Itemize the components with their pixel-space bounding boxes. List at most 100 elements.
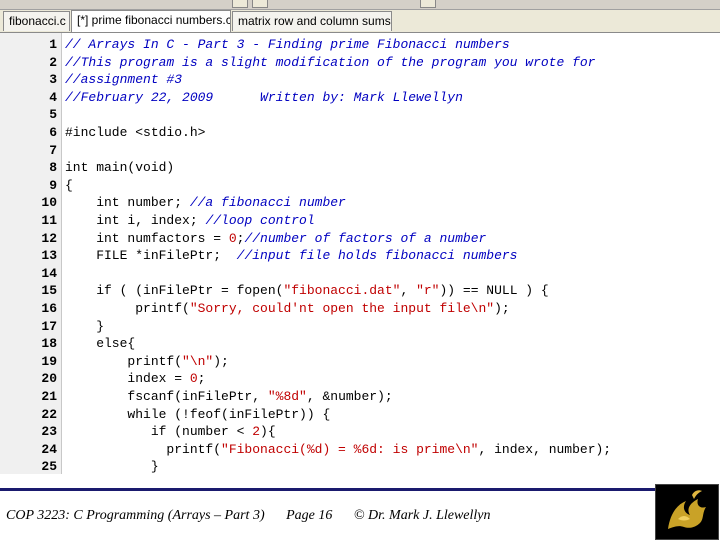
code-token-string: "%8d" (267, 389, 307, 404)
code-line[interactable]: while (!feof(inFilePtr)) { (65, 406, 330, 424)
code-line[interactable]: //February 22, 2009 Written by: Mark Lle… (65, 89, 463, 107)
code-token-number: 0 (189, 371, 198, 387)
code-token-comment: // Arrays In C - Part 3 - Finding prime … (65, 37, 510, 52)
code-line[interactable]: printf("\n"); (65, 353, 229, 371)
code-token-plain: while (!feof(inFilePtr)) { (65, 406, 331, 422)
toolbar-button[interactable] (420, 0, 436, 8)
code-line[interactable]: } (65, 318, 104, 336)
code-line[interactable]: else{ (65, 335, 135, 353)
code-line[interactable]: printf("Sorry, could'nt open the input f… (65, 300, 510, 318)
code-token-plain: else{ (65, 336, 136, 352)
tab-matrix-row-and-column-sums-c[interactable]: matrix row and column sums.c (232, 11, 392, 31)
code-token-plain: FILE *inFilePtr; (65, 248, 237, 264)
code-token-string: "\n" (182, 353, 214, 369)
line-number: 4 (49, 89, 57, 105)
line-number: 18 (41, 336, 57, 352)
code-token-number: 0 (228, 230, 237, 246)
code-line[interactable]: printf("Fibonacci(%d) = %6d: is prime\n"… (65, 441, 611, 459)
line-number: 13 (41, 248, 57, 264)
code-line[interactable]: if ( (inFilePtr = fopen("fibonacci.dat",… (65, 282, 549, 300)
code-token-plain: { (65, 177, 73, 193)
code-token-plain: ; (197, 371, 206, 387)
code-token-plain: if ( (inFilePtr = fopen( (65, 283, 284, 299)
code-line[interactable]: #include <stdio.h> (65, 124, 205, 142)
code-token-comment: //a fibonacci number (189, 195, 346, 211)
code-line[interactable]: int number; //a fibonacci number (65, 194, 346, 212)
code-token-string: "r" (416, 283, 440, 299)
line-number: 20 (41, 371, 57, 387)
code-line[interactable]: { (65, 177, 73, 195)
code-token-plain: printf( (65, 353, 183, 369)
line-number: 17 (41, 318, 57, 334)
pegasus-logo-icon (655, 484, 719, 540)
line-number: 24 (41, 441, 57, 457)
line-number: 3 (49, 72, 57, 88)
code-token-string: "Fibonacci(%d) = %6d: is prime\n" (221, 441, 479, 457)
code-token-string: "Sorry, could'nt open the input file\n" (189, 301, 495, 316)
code-token-plain: int i, index; (65, 213, 206, 228)
code-token-string: "fibonacci.dat" (283, 283, 401, 299)
code-token-plain: int number; (65, 195, 190, 211)
code-token-comment: //This program is a slight modification … (65, 54, 596, 70)
code-line[interactable]: int main(void) (65, 159, 174, 177)
line-number: 6 (49, 125, 57, 140)
line-number: 19 (41, 353, 57, 369)
code-line[interactable]: fscanf(inFilePtr, "%8d", &number); (65, 388, 393, 406)
code-line[interactable]: FILE *inFilePtr; //input file holds fibo… (65, 247, 518, 265)
code-editor[interactable]: 1 2 3 4 5 6 7 8 9 10 11 12 13 14 15 16 17 18 19 20 21 22 23 24 2… (0, 33, 720, 474)
line-number: 15 (41, 283, 57, 299)
code-line[interactable]: index = 0; (65, 370, 205, 388)
code-token-plain: ){ (260, 424, 276, 440)
code-token-plain: fscanf(inFilePtr, (65, 389, 268, 404)
tab-fibonacci-c[interactable]: fibonacci.c (3, 11, 70, 31)
code-line[interactable]: int numfactors = 0;//number of factors o… (65, 230, 486, 248)
line-number: 9 (49, 177, 57, 193)
line-number: 16 (41, 301, 57, 316)
line-number: 7 (49, 142, 57, 158)
toolbar-button[interactable] (232, 0, 248, 8)
line-number: 1 (49, 37, 57, 52)
slide-footer: COP 3223: C Programming (Arrays – Part 3… (0, 474, 720, 540)
code-token-plain: , (400, 283, 417, 299)
footer-divider (0, 488, 656, 491)
code-line[interactable]: //assignment #3 (65, 71, 182, 89)
line-number: 21 (41, 389, 57, 404)
code-token-plain: , index, number); (478, 441, 612, 457)
code-token-plain: ); (213, 353, 229, 369)
code-line[interactable]: //This program is a slight modification … (65, 54, 596, 72)
code-token-comment: //input file holds fibonacci numbers (236, 248, 518, 264)
code-line[interactable]: if (number < 2){ (65, 423, 276, 441)
line-number: 23 (41, 424, 57, 440)
code-token-plain: printf( (65, 301, 190, 316)
code-token-plain: int numfactors = (65, 230, 229, 246)
line-number-gutter: 1 2 3 4 5 6 7 8 9 10 11 12 13 14 15 16 17 18 19 20 21 22 23 24 2… (0, 33, 62, 474)
line-number: 8 (49, 160, 57, 176)
code-token-plain: #include <stdio.h> (65, 125, 206, 140)
code-token-plain: } (65, 318, 105, 334)
code-token-plain: printf( (65, 441, 222, 457)
code-line[interactable]: // Arrays In C - Part 3 - Finding prime … (65, 36, 510, 54)
toolbar-strip (0, 0, 720, 10)
line-number: 5 (49, 107, 57, 123)
code-token-plain: index = (65, 371, 190, 387)
code-token-plain: } (65, 459, 159, 474)
code-line[interactable]: int i, index; //loop control (65, 212, 315, 230)
footer-author: © Dr. Mark J. Llewellyn (353, 508, 491, 523)
footer-course: COP 3223: C Programming (Arrays – Part 3… (6, 508, 265, 523)
code-text-area[interactable]: // Arrays In C - Part 3 - Finding prime … (62, 33, 720, 474)
footer-page: Page 16 (286, 508, 333, 523)
code-token-plain: ); (494, 301, 510, 316)
toolbar-button[interactable] (252, 0, 268, 8)
code-token-plain: )) == NULL ) { (439, 283, 549, 299)
line-number: 12 (41, 230, 57, 246)
code-token-plain: , &number); (306, 389, 393, 404)
line-number: 10 (41, 195, 57, 211)
code-token-plain: if (number < (65, 424, 253, 440)
code-token-comment: //loop control (205, 213, 315, 228)
code-token-comment: //number of factors of a number (244, 230, 487, 246)
tab-prime-fibonacci-numbers-c[interactable]: [*] prime fibonacci numbers.c (71, 10, 231, 32)
line-number: 11 (41, 213, 57, 228)
file-tab-bar: fibonacci.c [*] prime fibonacci numbers.… (0, 10, 720, 33)
code-line[interactable]: } (65, 458, 159, 474)
line-number: 22 (41, 406, 57, 422)
